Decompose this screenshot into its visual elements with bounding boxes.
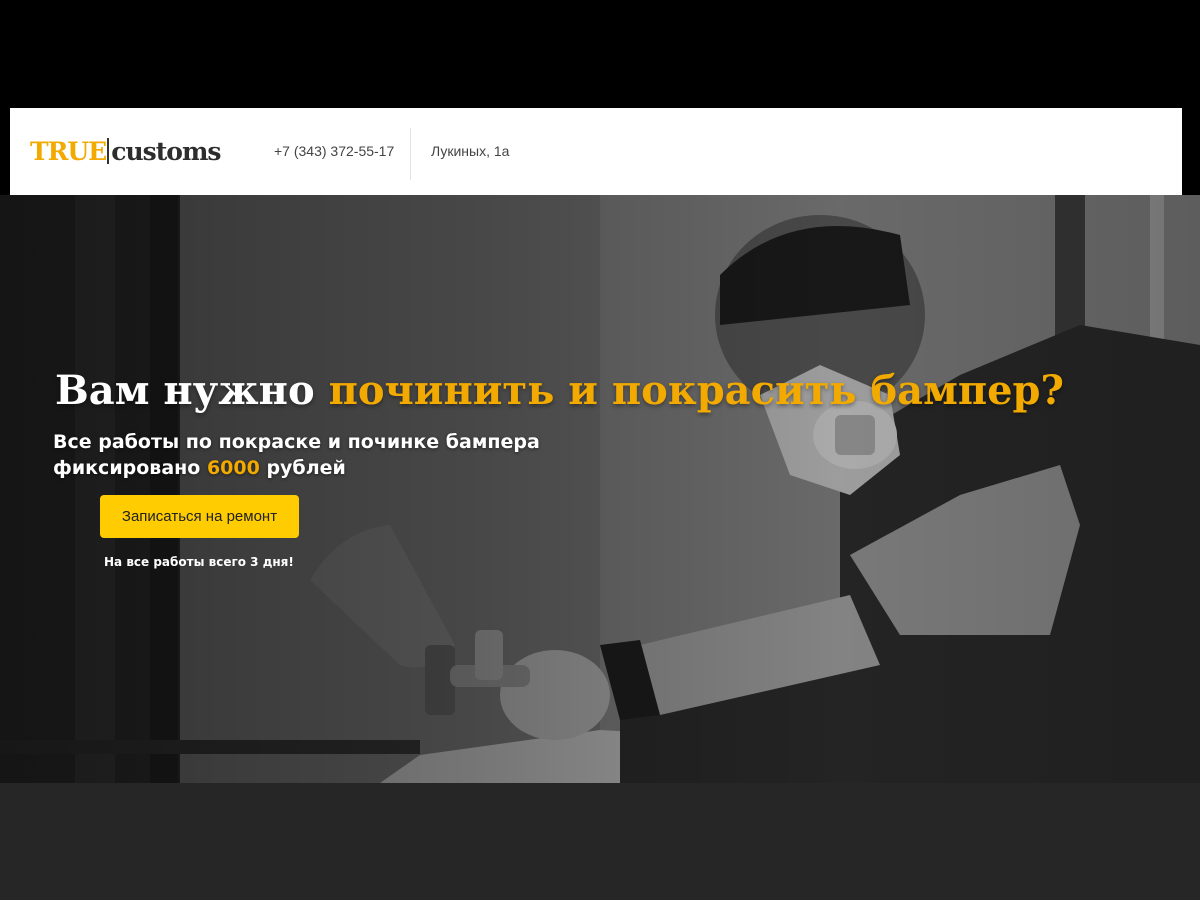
address-text: Лукиных, 1а: [431, 143, 510, 159]
book-repair-button[interactable]: Записаться на ремонт: [100, 495, 299, 538]
hero-note: На все работы всего 3 дня!: [104, 555, 294, 569]
logo-true-text: TRUE: [30, 136, 107, 166]
hero-dark-overlay: [0, 195, 1200, 783]
subhead-line-1: Все работы по покраске и починке бампера: [53, 431, 540, 453]
phone-link[interactable]: +7 (343) 372-55-17: [274, 143, 394, 159]
hero-subheadline: Все работы по покраске и починке бампера…: [53, 429, 540, 481]
site-header: TRUE customs +7 (343) 372-55-17 Лукиных,…: [10, 108, 1182, 195]
top-black-band: [0, 0, 1200, 108]
hero-section: Вам нужно починить и покрасить бампер? В…: [0, 195, 1200, 783]
headline-plain: Вам нужно: [55, 367, 329, 414]
header-divider: [410, 128, 411, 180]
logo-separator: [107, 138, 110, 164]
footer-band: [0, 783, 1200, 900]
logo[interactable]: TRUE customs: [30, 136, 221, 166]
hero-headline: Вам нужно починить и покрасить бампер?: [55, 367, 1064, 414]
headline-accent: починить и покрасить бампер?: [328, 367, 1064, 414]
subhead-line-2-prefix: фиксировано: [53, 457, 207, 479]
logo-customs-text: customs: [111, 136, 221, 166]
subhead-price: 6000: [206, 457, 260, 479]
subhead-line-2-suffix: рублей: [259, 457, 346, 479]
